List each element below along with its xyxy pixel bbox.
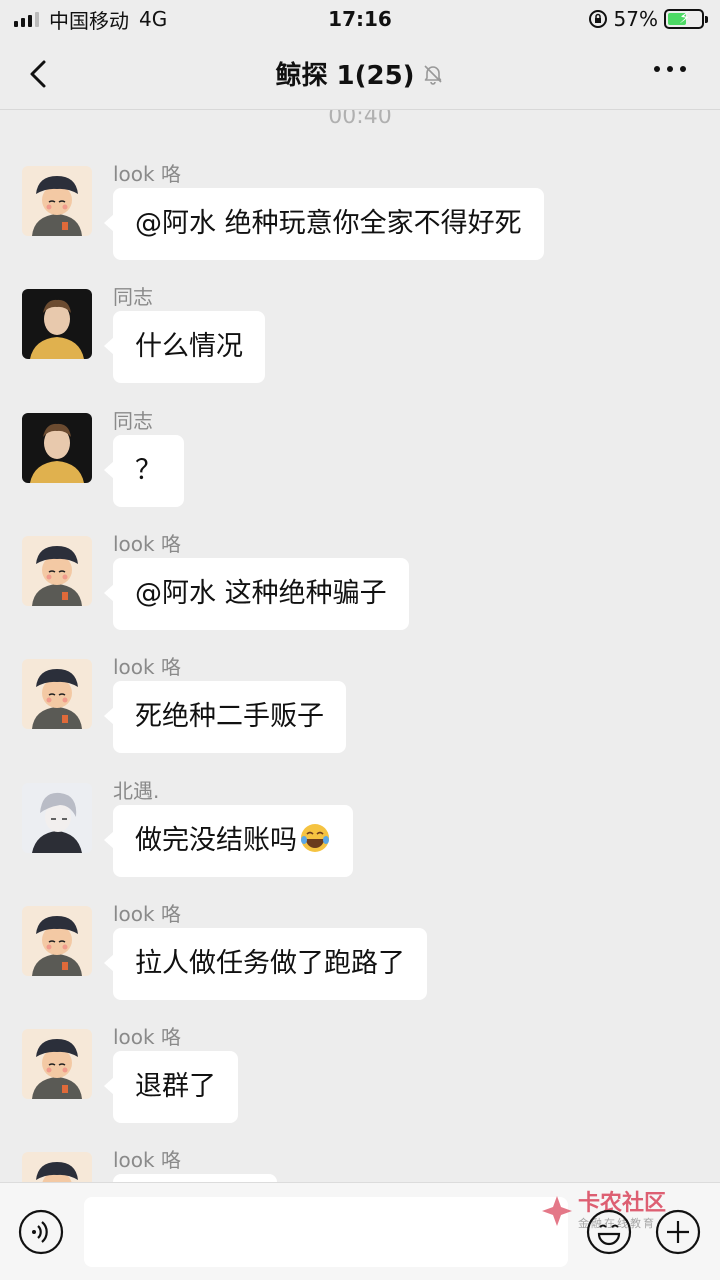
message-text: @阿水 绝种玩意你全家不得好死: [135, 208, 522, 239]
message-bubble[interactable]: 退群了: [104, 1051, 238, 1123]
message-bubble[interactable]: 什么情况: [104, 311, 265, 383]
status-left: 中国移动 4G: [14, 5, 167, 34]
sender-name: look 咯: [113, 655, 181, 679]
more-options-icon[interactable]: [650, 62, 690, 76]
message-text: ？: [135, 455, 162, 486]
message-bubble[interactable]: 死绝种二手贩子: [104, 681, 346, 753]
mute-bell-icon: [423, 64, 442, 85]
message-bubble[interactable]: [113, 1174, 277, 1182]
emoji-picker-icon[interactable]: [586, 1209, 632, 1255]
avatar[interactable]: [22, 289, 92, 359]
input-bar: 卡农社区 金融在线教育: [0, 1182, 720, 1280]
message-bubble[interactable]: 拉人做任务做了跑路了: [104, 928, 427, 1000]
rotation-lock-icon: [588, 10, 607, 28]
status-right: 57% ⚡: [588, 7, 708, 31]
group-name: 鲸探 1(25): [275, 61, 415, 91]
message-text: 做完没结账吗: [135, 825, 297, 856]
message-bubble[interactable]: ？: [104, 435, 184, 507]
avatar[interactable]: [22, 783, 92, 853]
message-timestamp: 00:40: [328, 110, 392, 129]
avatar[interactable]: [22, 413, 92, 483]
laughing-crying-emoji-icon: [301, 824, 329, 852]
signal-icon: [14, 11, 39, 27]
sender-name: look 咯: [113, 902, 181, 926]
message-text: 死绝种二手贩子: [135, 701, 324, 732]
message-text: 退群了: [135, 1071, 216, 1102]
network-label: 4G: [139, 7, 168, 31]
avatar[interactable]: [22, 659, 92, 729]
more-actions-plus-icon[interactable]: [655, 1209, 701, 1255]
message-bubble[interactable]: @阿水 绝种玩意你全家不得好死: [104, 188, 544, 260]
avatar[interactable]: [22, 1152, 92, 1182]
carrier-label: 中国移动: [49, 8, 129, 33]
sender-name: 同志: [113, 409, 153, 433]
avatar[interactable]: [22, 906, 92, 976]
sender-name: look 咯: [113, 532, 181, 556]
message-text: 什么情况: [135, 331, 243, 362]
sender-name: look 咯: [113, 162, 181, 186]
message-input[interactable]: [84, 1197, 568, 1267]
chat-title: 鲸探 1(25): [275, 55, 444, 92]
voice-input-icon[interactable]: [18, 1209, 64, 1255]
back-chevron-icon[interactable]: [24, 54, 54, 94]
avatar[interactable]: [22, 536, 92, 606]
watermark-logo-icon: [542, 1196, 572, 1226]
chat-area[interactable]: 00:40 look 咯 @阿水 绝种玩意你全家不得好死 同志 什么情况 同志？ look…: [0, 110, 720, 1182]
sender-name: look 咯: [113, 1025, 181, 1049]
sender-name: 同志: [113, 285, 153, 309]
battery-icon: ⚡: [664, 8, 708, 29]
status-bar: 中国移动 4G 17:16 57% ⚡: [0, 0, 720, 38]
message-text: 拉人做任务做了跑路了: [135, 948, 405, 979]
sender-name: look 咯: [113, 1148, 181, 1172]
avatar[interactable]: [22, 1029, 92, 1099]
battery-percent: 57%: [613, 7, 658, 31]
avatar[interactable]: [22, 166, 92, 236]
message-bubble[interactable]: @阿水 这种绝种骗子: [104, 558, 409, 630]
nav-bar: 鲸探 1(25): [0, 38, 720, 110]
message-bubble[interactable]: 做完没结账吗: [104, 805, 353, 877]
message-text: @阿水 这种绝种骗子: [135, 578, 387, 609]
sender-name: 北遇.: [113, 779, 160, 803]
